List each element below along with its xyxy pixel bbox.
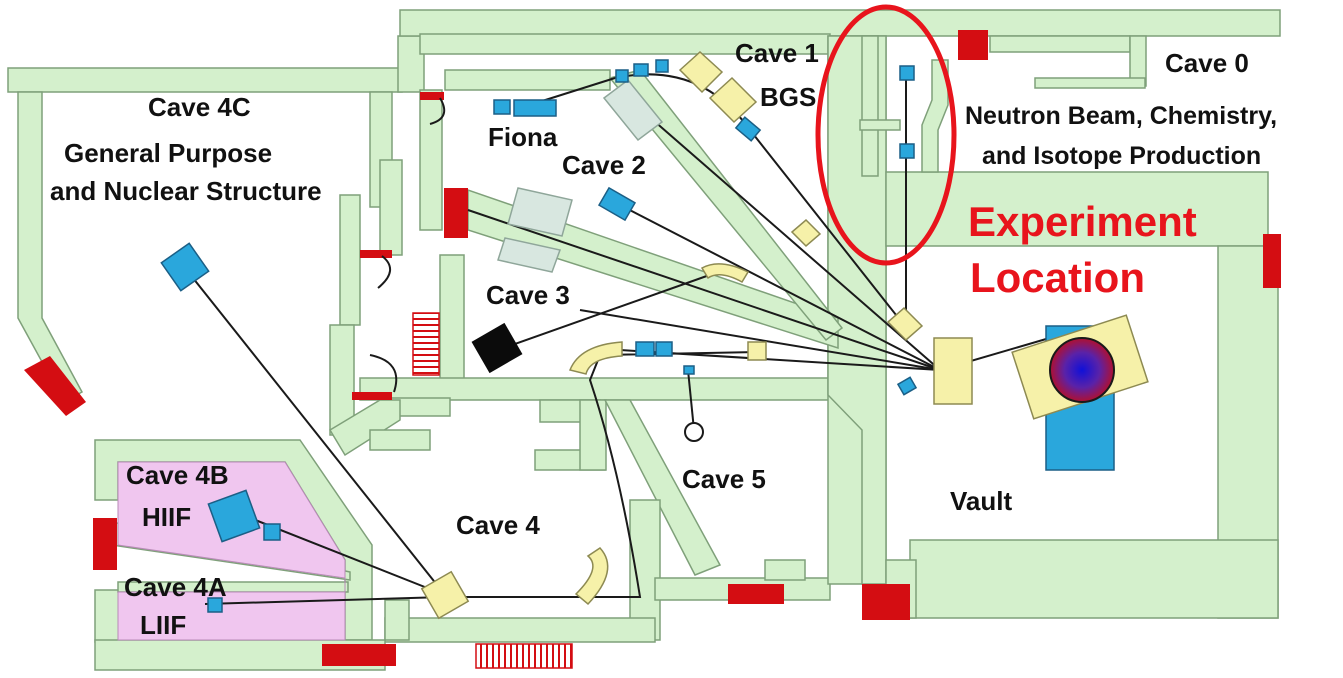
label-cave-0-desc-1: Neutron Beam, Chemistry, [965, 102, 1277, 130]
bgs-element-a [615, 69, 629, 83]
magnet-cave4-switch [420, 570, 470, 620]
label-cave-4a: Cave 4A [124, 572, 227, 602]
door-cave2 [444, 188, 468, 238]
label-cave-2: Cave 2 [562, 150, 646, 180]
label-bgs: BGS [760, 82, 816, 112]
wall-bottom-cave4 [384, 617, 656, 643]
label-cave-4: Cave 4 [456, 510, 540, 540]
wall-post-c [339, 194, 361, 326]
label-cave-0: Cave 0 [1165, 48, 1249, 78]
door-cave4c-mid-a [360, 250, 392, 258]
door-cave4b [93, 518, 117, 570]
cave0-element-b [899, 143, 915, 159]
door-swing-icon [377, 255, 391, 289]
wall-cave0-shelf [859, 119, 901, 131]
cave5-target [684, 422, 704, 442]
fiona-detector [493, 99, 511, 115]
vault-source-core [1049, 337, 1115, 403]
wall-cave4-right-a [579, 399, 607, 471]
fiona-magnet [513, 99, 557, 117]
door-vault-right [1263, 234, 1281, 288]
bgs-element-c [655, 59, 669, 73]
label-vault: Vault [950, 486, 1012, 516]
cave4c-device [160, 242, 210, 292]
magnet-cave5-dipole [568, 341, 623, 375]
label-cave-5: Cave 5 [682, 464, 766, 494]
wall-bottom-cave4-post [384, 599, 410, 641]
stairs-bottom [475, 643, 573, 669]
wall-top-left [7, 67, 403, 93]
cave5-element-c [683, 365, 695, 375]
vault-element [896, 376, 918, 396]
wall-cave0-top-right [989, 35, 1131, 53]
door-cave5-bottom [728, 584, 784, 604]
label-cave-4b: Cave 4B [126, 460, 229, 490]
wall-cave3-left [439, 254, 465, 386]
cave2-device [597, 186, 637, 222]
door-vault-bottom [862, 584, 910, 620]
label-cave-1: Cave 1 [735, 38, 819, 68]
magnet-vault-switch [933, 337, 973, 405]
label-liif: LIIF [140, 610, 186, 640]
magnet-cave1-b [708, 76, 758, 124]
wall-cave0-low [1034, 77, 1146, 89]
wall-vault-bottom [909, 539, 1279, 619]
wall-cave0-slant [921, 59, 949, 173]
magnet-cave4-dipole [574, 547, 609, 606]
cave0-element-a [899, 65, 915, 81]
magnet-cave1-a [678, 50, 724, 94]
cave4b-element [263, 523, 281, 541]
label-cave-4c-desc-1: General Purpose [64, 138, 272, 168]
label-cave-4c: Cave 4C [148, 92, 251, 122]
facility-floorplan: Cave 4C General Purpose and Nuclear Stru… [7, 4, 1281, 671]
wall-top-long [399, 9, 1281, 37]
wall-cave0-left [861, 35, 879, 177]
vault-source [1011, 314, 1149, 471]
stairs-cave3 [412, 312, 440, 376]
wall-cave1-left [419, 89, 443, 231]
magnet-cave5-small [747, 341, 767, 361]
door-cave0 [958, 30, 988, 60]
cave5-element-b [655, 341, 673, 357]
door-cave4a-bottom [322, 644, 396, 666]
label-cave-3: Cave 3 [486, 280, 570, 310]
cave5-element-a [635, 341, 655, 357]
label-location: Location [970, 254, 1145, 301]
magnet-cave1-c [790, 218, 822, 248]
label-fiona: Fiona [488, 122, 558, 152]
wall-cave4a-left [94, 589, 120, 643]
label-hiif: HIIF [142, 502, 191, 532]
door-cave4c-mid-b [352, 392, 392, 400]
wall-cave4-ledge [369, 429, 431, 451]
label-cave-0-desc-2: and Isotope Production [982, 142, 1261, 170]
bgs-element-b [633, 63, 649, 77]
label-cave-4c-desc-2: and Nuclear Structure [50, 176, 322, 206]
label-experiment: Experiment [968, 198, 1197, 245]
wall-bottom-cave5-stub [764, 559, 806, 581]
wall-post-b [379, 159, 403, 256]
cave3-dump [471, 322, 523, 374]
